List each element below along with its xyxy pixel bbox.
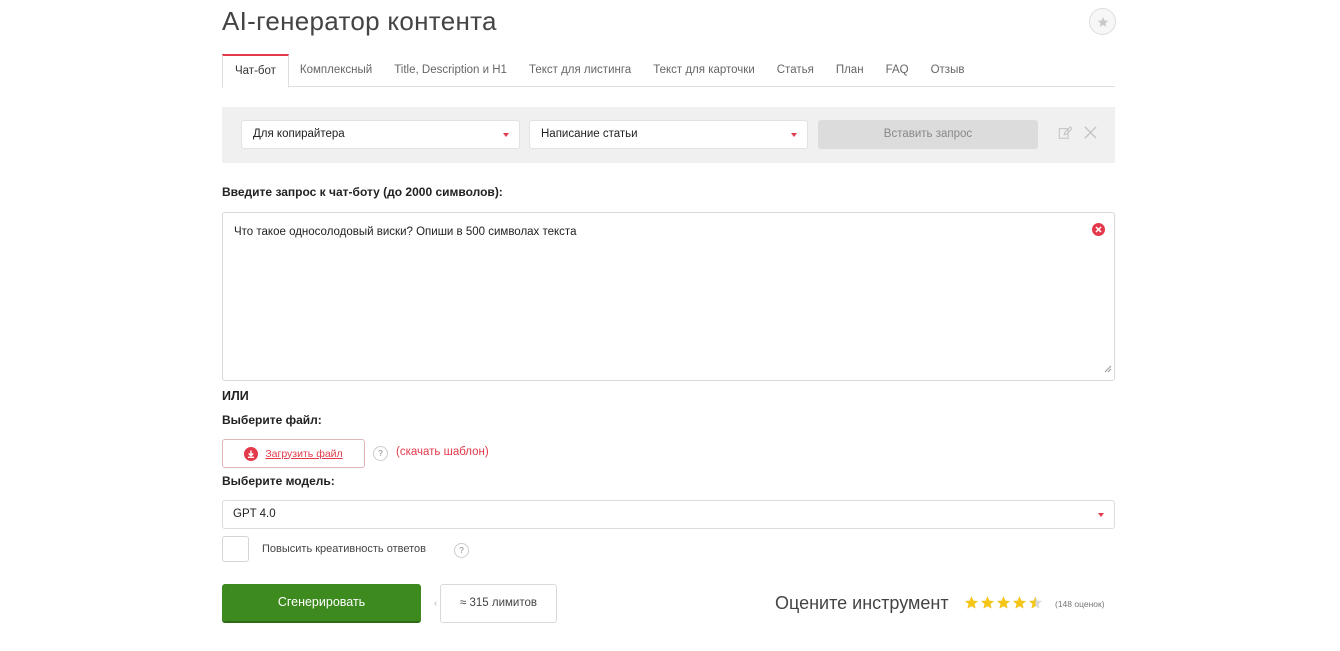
rating-count: (148 оценок) xyxy=(1055,599,1105,609)
prompt-textarea[interactable]: Что такое односолодовый виски? Опиши в 5… xyxy=(222,212,1115,381)
star-icon[interactable] xyxy=(1012,595,1027,610)
creativity-checkbox[interactable] xyxy=(222,536,249,562)
rate-tool-label: Оцените инструмент xyxy=(775,593,949,613)
tab-card-text[interactable]: Текст для карточки xyxy=(642,54,766,87)
preset-bar: Для копирайтера Написание статьи Вставит… xyxy=(222,107,1115,163)
insert-request-button[interactable]: Вставить запрос xyxy=(818,120,1038,149)
rating-stars[interactable] xyxy=(964,595,1043,610)
or-divider: ИЛИ xyxy=(222,389,249,403)
prompt-label: Введите запрос к чат-боту (до 2000 симво… xyxy=(222,185,503,199)
star-icon[interactable] xyxy=(980,595,995,610)
resize-handle-icon[interactable] xyxy=(1104,360,1112,378)
chevron-down-icon xyxy=(791,133,797,137)
close-icon[interactable] xyxy=(1084,126,1097,144)
tab-review[interactable]: Отзыв xyxy=(920,54,976,87)
model-label: Выберите модель: xyxy=(222,474,335,488)
prompt-text: Что такое односолодовый виски? Опиши в 5… xyxy=(234,226,577,238)
task-select-value: Написание статьи xyxy=(541,128,638,140)
help-icon[interactable]: ? xyxy=(454,543,469,558)
tab-article[interactable]: Статья xyxy=(766,54,825,87)
role-select-value: Для копирайтера xyxy=(253,128,345,140)
role-select[interactable]: Для копирайтера xyxy=(241,120,520,149)
favorite-button[interactable] xyxy=(1089,8,1116,35)
star-icon[interactable] xyxy=(996,595,1011,610)
star-half-icon[interactable] xyxy=(1028,595,1043,610)
upload-file-label: Загрузить файл xyxy=(265,447,343,460)
tab-complex[interactable]: Комплексный xyxy=(289,54,383,87)
chevron-down-icon xyxy=(503,133,509,137)
tab-bar: Чат-бот Комплексный Title, Description и… xyxy=(222,54,1115,88)
task-select[interactable]: Написание статьи xyxy=(529,120,808,149)
edit-icon[interactable] xyxy=(1058,126,1073,145)
tab-title-description-h1[interactable]: Title, Description и H1 xyxy=(383,54,518,87)
help-icon[interactable]: ? xyxy=(373,446,388,461)
clear-icon[interactable] xyxy=(1092,223,1105,241)
model-select[interactable]: GPT 4.0 xyxy=(222,500,1115,529)
creativity-label: Повысить креативность ответов xyxy=(262,543,426,555)
upload-icon xyxy=(244,446,259,461)
file-label: Выберите файл: xyxy=(222,413,322,427)
chevron-left-icon: ‹ xyxy=(434,598,438,609)
chevron-down-icon xyxy=(1098,513,1104,517)
limits-counter: ≈ 315 лимитов xyxy=(440,584,557,623)
generate-button[interactable]: Сгенерировать xyxy=(222,584,421,623)
tab-plan[interactable]: План xyxy=(825,54,875,87)
model-select-value: GPT 4.0 xyxy=(233,508,276,520)
tab-chatbot[interactable]: Чат-бот xyxy=(222,54,289,88)
star-icon xyxy=(1097,16,1108,27)
download-template-link[interactable]: (скачать шаблон) xyxy=(396,446,489,458)
tab-listing-text[interactable]: Текст для листинга xyxy=(518,54,642,87)
page-title: AI-генератор контента xyxy=(222,6,497,36)
star-icon[interactable] xyxy=(964,595,979,610)
upload-file-button[interactable]: Загрузить файл xyxy=(222,439,365,468)
tab-faq[interactable]: FAQ xyxy=(875,54,920,87)
